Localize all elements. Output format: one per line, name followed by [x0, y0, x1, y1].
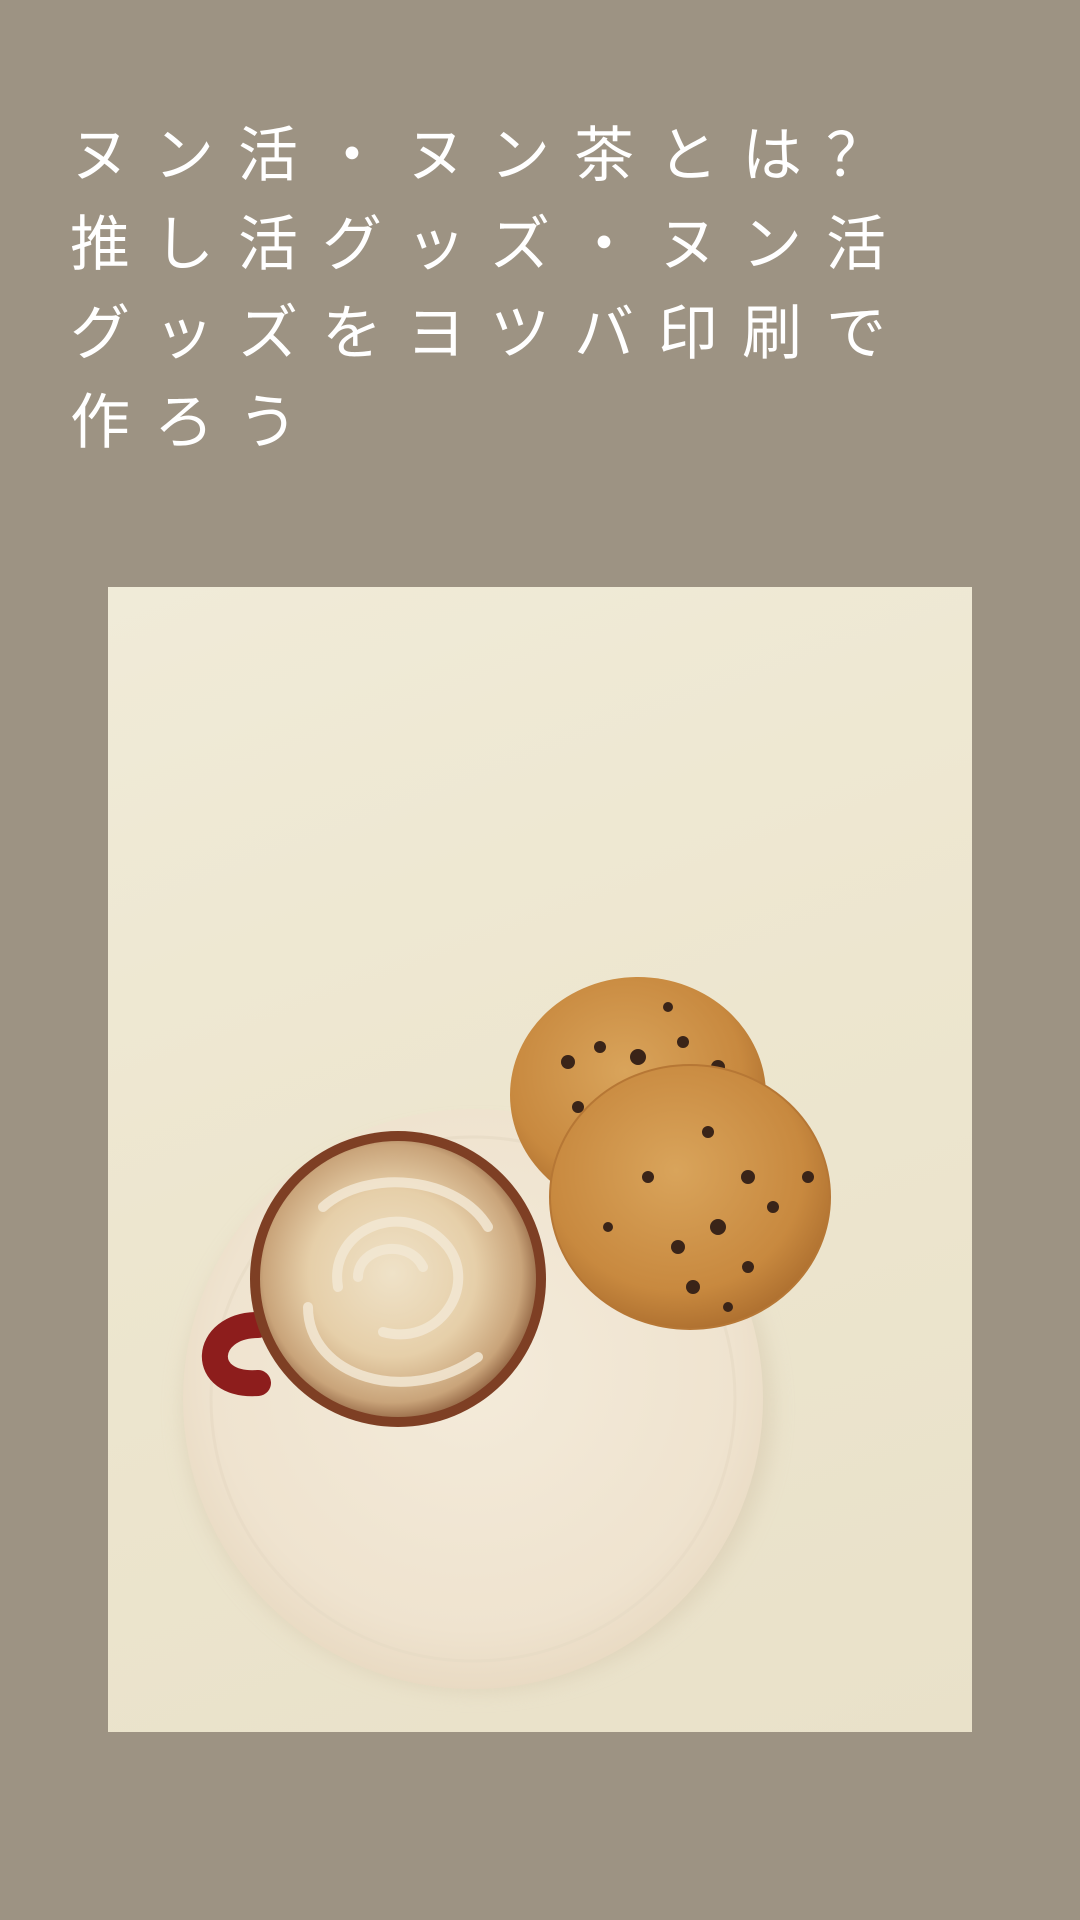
cookie-front [549, 1064, 831, 1330]
post-title: ヌン活・ヌン茶とは？推し活グッズ・ヌン活グッズをヨツバ印刷で作ろう [70, 121, 910, 458]
post-photo [108, 587, 972, 1732]
latte-cup [250, 1131, 546, 1427]
post-page: ヌン活・ヌン茶とは？推し活グッズ・ヌン活グッズをヨツバ印刷で作ろう [0, 0, 1080, 1920]
latte-cookies-illustration [183, 977, 831, 1691]
